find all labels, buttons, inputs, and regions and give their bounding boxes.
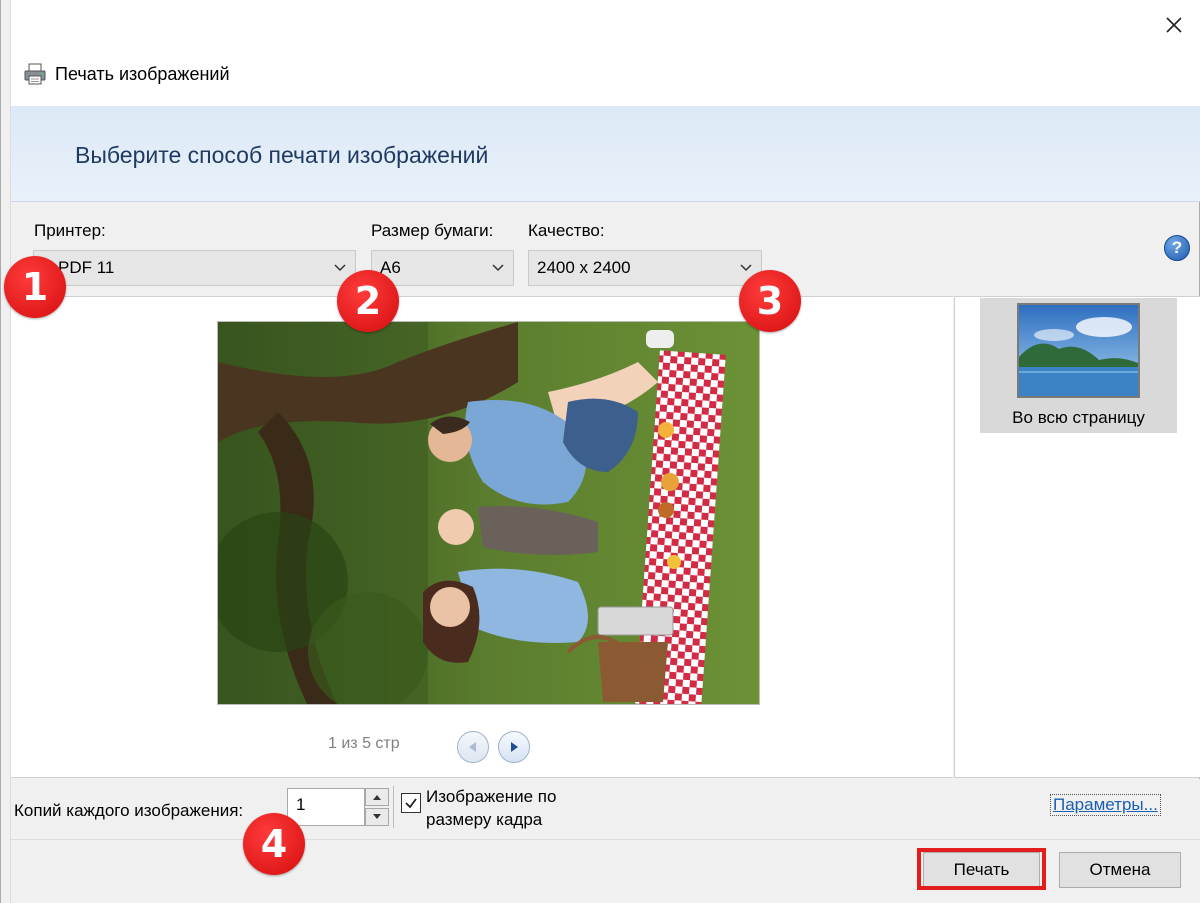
copies-label: Копий каждого изображения:	[14, 801, 244, 820]
printer-label: Принтер:	[34, 221, 106, 240]
paper-size-select[interactable]: A6	[371, 250, 514, 286]
quality-label: Качество:	[528, 221, 605, 240]
fit-to-frame-checkbox[interactable]	[401, 793, 421, 813]
preview-image	[217, 321, 760, 705]
chevron-down-icon	[373, 814, 381, 819]
page-counter: 1 из 5 стр	[328, 735, 400, 752]
help-button[interactable]: ?	[1164, 235, 1190, 261]
separator	[393, 786, 394, 828]
copies-stepper	[365, 788, 389, 826]
close-icon	[1166, 17, 1182, 33]
close-button[interactable]	[1156, 8, 1192, 42]
next-page-button[interactable]	[498, 731, 530, 763]
annotation-marker-4: 4	[243, 813, 305, 875]
dialog-title-row: Печать изображений	[23, 60, 230, 88]
printer-select-value: PDF 11	[58, 258, 115, 277]
copies-increment-button[interactable]	[365, 788, 389, 806]
printer-icon	[24, 63, 46, 85]
annotation-marker-1: 1	[4, 256, 66, 318]
family-picnic-photo	[218, 322, 759, 704]
quality-select-value: 2400 x 2400	[537, 258, 631, 277]
layout-full-page[interactable]: Во всю страницу	[980, 298, 1177, 433]
chevron-down-icon	[492, 264, 504, 272]
copies-decrement-button[interactable]	[365, 808, 389, 826]
print-button-highlight	[917, 848, 1046, 890]
arrow-right-icon	[511, 742, 518, 752]
options-link[interactable]: Параметры...	[1050, 794, 1161, 816]
layout-caption: Во всю страницу	[1012, 408, 1145, 427]
chevron-up-icon	[373, 795, 381, 800]
annotation-marker-3: 3	[739, 270, 801, 332]
print-pictures-dialog: Печать изображений Выберите способ печат…	[0, 0, 1200, 903]
quality-select[interactable]: 2400 x 2400	[528, 250, 762, 286]
annotation-marker-2: 2	[337, 270, 399, 332]
fit-to-frame-label[interactable]: Изображение по размеру кадра	[426, 785, 626, 831]
cancel-button[interactable]: Отмена	[1059, 852, 1181, 888]
instruction-banner: Выберите способ печати изображений	[11, 106, 1200, 202]
landscape-image-icon	[1019, 305, 1138, 396]
paper-size-label: Размер бумаги:	[371, 221, 494, 240]
arrow-left-icon	[469, 742, 476, 752]
copies-input[interactable]: 1	[287, 788, 365, 826]
left-window-edge	[1, 0, 11, 903]
chevron-down-icon	[334, 264, 346, 272]
dialog-title: Печать изображений	[55, 63, 230, 84]
checkmark-icon	[405, 798, 417, 809]
landscape-thumbnail	[1017, 303, 1140, 398]
help-icon: ?	[1171, 238, 1183, 257]
dialog-header-area	[11, 0, 1200, 106]
chevron-down-icon	[740, 264, 752, 272]
banner-heading: Выберите способ печати изображений	[75, 142, 489, 168]
printer-select[interactable]: PDF 11	[33, 250, 356, 286]
previous-page-button[interactable]	[457, 731, 489, 763]
